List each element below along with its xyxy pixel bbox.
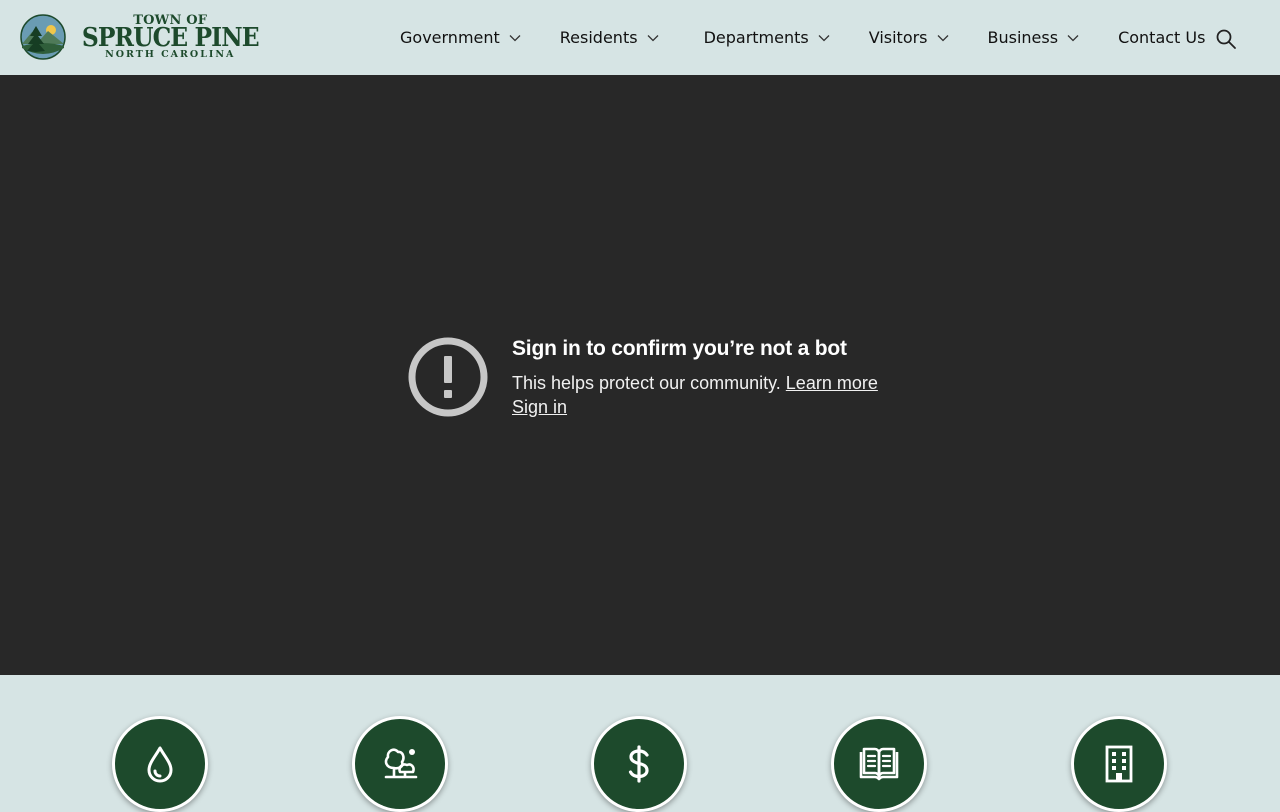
alert-circle-icon: [408, 337, 488, 417]
search-button[interactable]: [1215, 28, 1237, 50]
quick-links-bar: [0, 675, 1280, 812]
water-drop-icon: [147, 746, 173, 783]
open-book-icon: [859, 747, 899, 781]
nav-item-label: Business: [987, 28, 1059, 47]
nav-item-label: Residents: [559, 28, 638, 47]
nav-item-label: Departments: [703, 28, 809, 47]
quick-link-parks[interactable]: [352, 716, 448, 812]
nav-item-residents[interactable]: Residents: [560, 28, 659, 47]
nav-item-contact-us[interactable]: Contact Us: [1118, 28, 1205, 47]
site-logo-link[interactable]: TOWN OF SPRUCE PINE NORTH CAROLINA: [20, 14, 268, 60]
chevron-down-icon: [818, 34, 830, 41]
sign-in-link[interactable]: Sign in: [512, 395, 878, 419]
nav-item-label: Government: [400, 28, 500, 47]
chevron-down-icon: [1067, 34, 1079, 41]
nav-item-departments[interactable]: Departments: [704, 28, 830, 47]
quick-link-water[interactable]: [112, 716, 208, 812]
embedded-video-player[interactable]: Sign in to confirm you’re not a bot This…: [0, 75, 1280, 675]
logo-wordmark: TOWN OF SPRUCE PINE NORTH CAROLINA: [72, 14, 268, 60]
nav-item-government[interactable]: Government: [400, 28, 521, 47]
bot-check-title: Sign in to confirm you’re not a bot: [512, 337, 847, 360]
chevron-down-icon: [647, 34, 659, 41]
bot-check-text: Sign in to confirm you’re not a bot This…: [512, 337, 878, 419]
bot-check-message: Sign in to confirm you’re not a bot This…: [408, 337, 878, 419]
chevron-down-icon: [509, 34, 521, 41]
trees-icon: [384, 748, 418, 779]
nav-item-visitors[interactable]: Visitors: [869, 28, 949, 47]
dollar-icon: [628, 745, 649, 783]
nav-item-label: Visitors: [868, 28, 928, 47]
bot-check-description: This helps protect our community. Learn …: [512, 371, 878, 395]
quick-link-library[interactable]: [831, 716, 927, 812]
site-header: TOWN OF SPRUCE PINE NORTH CAROLINA Gover…: [0, 0, 1280, 75]
learn-more-link[interactable]: Learn more: [786, 373, 878, 393]
main-nav: Government Residents Departments Visitor…: [400, 0, 1205, 75]
search-icon: [1216, 29, 1236, 49]
quick-link-town-hall[interactable]: [1071, 716, 1167, 812]
logo-line-spruce-pine: SPRUCE PINE: [81, 23, 260, 54]
bot-check-description-text: This helps protect our community.: [512, 373, 781, 393]
building-icon: [1105, 745, 1133, 783]
town-seal-icon: [20, 14, 66, 60]
nav-item-label: Contact Us: [1118, 28, 1206, 47]
nav-item-business[interactable]: Business: [988, 28, 1080, 47]
chevron-down-icon: [937, 34, 948, 41]
quick-link-payments[interactable]: [591, 716, 687, 812]
